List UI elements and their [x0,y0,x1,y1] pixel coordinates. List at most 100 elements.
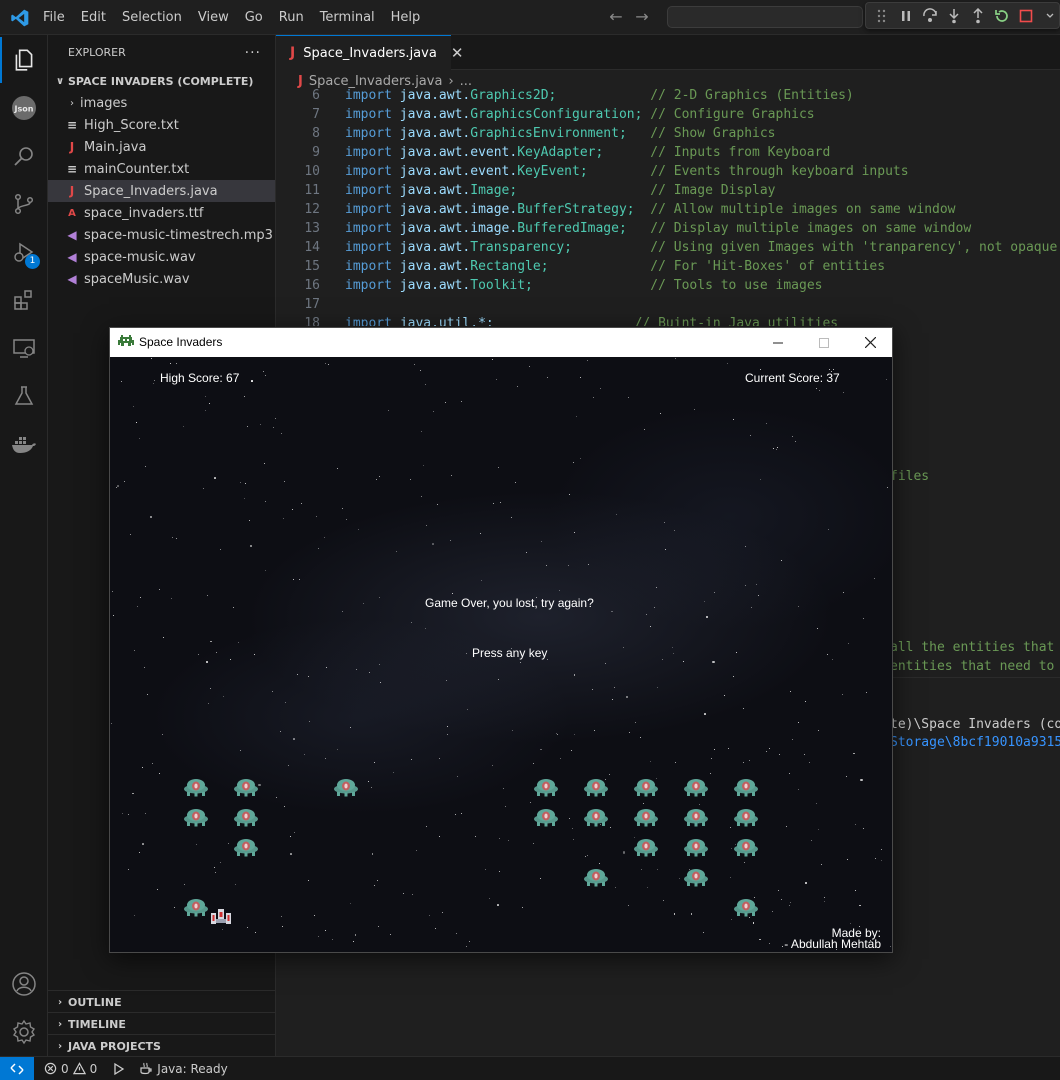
star [327,363,329,365]
run-debug-icon[interactable]: 1 [0,228,48,276]
star [356,669,358,671]
star [240,481,242,483]
star [529,802,531,804]
tree-item-music-mp3[interactable]: ◀ space-music-timestrech.mp3 [48,224,275,246]
settings-gear-icon[interactable] [0,1008,48,1056]
star [377,926,379,928]
drag-handle-icon[interactable] [872,6,891,26]
forward-arrow-icon[interactable]: → [634,8,650,26]
star [512,729,514,731]
tree-item-images[interactable]: › images [48,92,275,114]
menu-terminal[interactable]: Terminal [312,0,383,35]
star [152,383,154,385]
star [656,686,658,688]
menu-view[interactable]: View [190,0,237,35]
more-actions-icon[interactable]: ··· [245,45,261,61]
code-editor[interactable]: 6 import java.awt.Graphics2D; // 2-D Grap… [276,86,1060,326]
star [525,552,527,554]
tree-item-main-counter[interactable]: ≡ mainCounter.txt [48,158,275,180]
star [243,498,245,500]
minimize-icon[interactable] [755,328,801,357]
back-arrow-icon[interactable]: ← [608,8,624,26]
star [573,461,575,463]
menu-selection[interactable]: Selection [114,0,190,35]
timeline-section[interactable]: › TIMELINE [48,1012,276,1035]
outline-section[interactable]: › OUTLINE [48,990,276,1013]
star [146,693,148,695]
menu-edit[interactable]: Edit [73,0,114,35]
account-icon[interactable] [0,960,48,1008]
step-over-icon[interactable] [920,6,939,26]
star [262,370,264,372]
star [744,545,746,547]
star [865,692,867,694]
docker-icon[interactable] [0,420,48,468]
debug-run-icon [114,1062,125,1075]
step-into-icon[interactable] [944,6,963,26]
close-window-icon[interactable] [847,328,893,357]
star [759,369,761,371]
problems-indicator[interactable]: 0 0 [44,1062,97,1076]
star [573,733,575,735]
line-number: 16 [304,278,320,293]
star [290,853,292,855]
tree-item-main-java[interactable]: J Main.java [48,136,275,158]
game-window-titlebar[interactable]: Space Invaders [110,328,892,357]
menu-file[interactable]: File [35,0,73,35]
star [591,688,593,690]
search-icon[interactable] [0,132,48,180]
java-status[interactable]: Java: Ready [139,1062,228,1076]
star [816,388,818,390]
restart-icon[interactable] [992,6,1011,26]
star [639,736,641,738]
menu-go[interactable]: Go [237,0,271,35]
star [615,887,617,889]
testing-icon[interactable] [0,372,48,420]
star [798,605,800,607]
java-projects-section[interactable]: › JAVA PROJECTS [48,1034,276,1057]
remote-explorer-icon[interactable] [0,324,48,372]
maximize-icon[interactable] [801,328,847,357]
tree-item-space-music-wav[interactable]: ◀ spaceMusic.wav [48,268,275,290]
star [282,926,284,928]
line-number: 13 [304,221,320,236]
star [580,458,582,460]
menu-run[interactable]: Run [271,0,312,35]
star [705,616,709,619]
debug-status[interactable] [111,1062,125,1076]
star [169,362,171,364]
tree-item-font[interactable]: A space_invaders.ttf [48,202,275,224]
star [424,628,426,630]
menu-help[interactable]: Help [383,0,429,35]
tree-item-high-score[interactable]: ≡ High_Score.txt [48,114,275,136]
star [649,625,651,627]
star [282,518,284,520]
star [710,757,712,759]
star [752,922,755,924]
json-icon[interactable]: Json [0,84,48,132]
stop-icon[interactable] [1016,6,1035,26]
close-icon[interactable]: ✕ [451,44,464,62]
source-control-icon[interactable] [0,180,48,228]
tree-item-music-wav[interactable]: ◀ space-music.wav [48,246,275,268]
star [215,871,217,873]
workspace-folder-header[interactable]: ∨ SPACE INVADERS (COMPLETE) [48,70,275,92]
pause-icon[interactable] [896,6,915,26]
star [283,480,285,482]
star [138,852,140,854]
star [353,941,355,943]
game-window[interactable]: Space Invaders High Score: 67 Current Sc… [109,327,893,953]
step-out-icon[interactable] [968,6,987,26]
stop-dropdown-chevron-icon[interactable] [1040,6,1059,26]
remote-indicator-icon[interactable] [0,1056,34,1080]
star [271,690,273,692]
tree-item-space-invaders-java[interactable]: J Space_Invaders.java [48,180,275,202]
star [275,797,277,799]
explorer-icon[interactable] [0,36,48,84]
command-center-search[interactable] [667,6,863,28]
star [466,653,468,655]
tab-space-invaders-java[interactable]: J Space_Invaders.java ✕ [276,35,463,70]
game-canvas[interactable]: High Score: 67 Current Score: 37 Game Ov… [110,357,892,952]
extensions-icon[interactable] [0,276,48,324]
star [498,466,500,468]
